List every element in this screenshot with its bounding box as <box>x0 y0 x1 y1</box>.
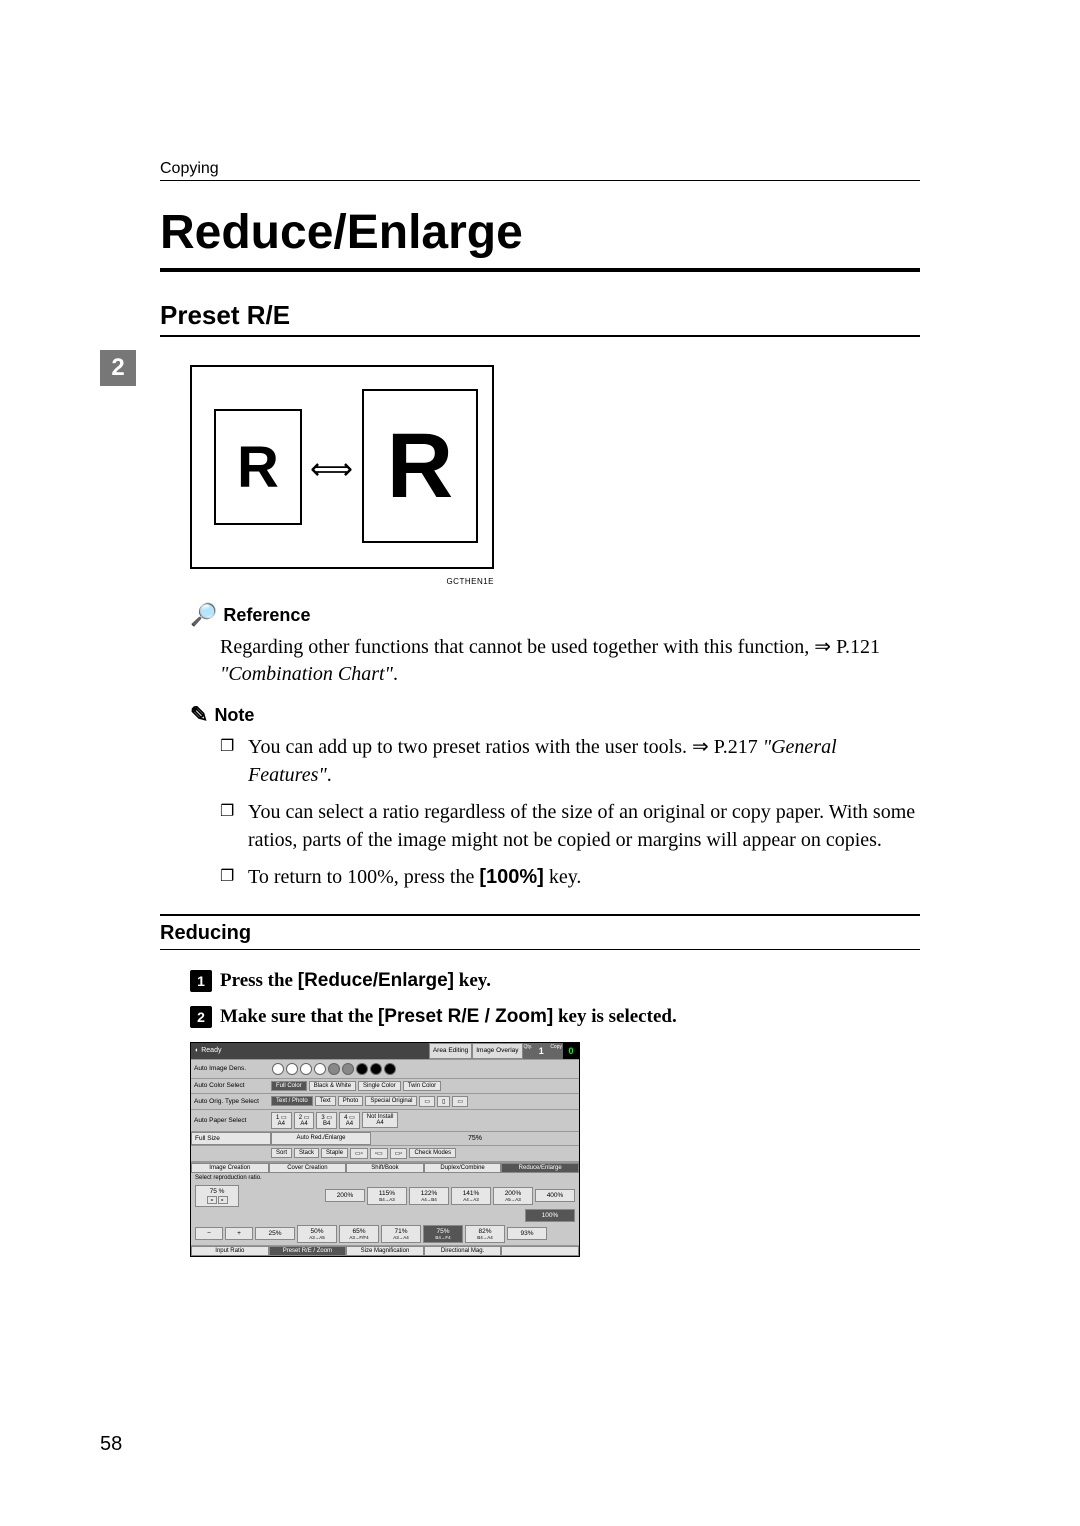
ss-size-mag: Size Magnification <box>346 1246 424 1256</box>
ss-r-200a: 200% <box>325 1189 365 1202</box>
ss-copy-label: Copy <box>549 1043 563 1059</box>
ss-text-photo: Text / Photo <box>271 1096 313 1106</box>
ss-reduce-enlarge: Reduce/Enlarge <box>501 1163 579 1173</box>
ss-select-ratio-label: Select reproduction ratio. <box>191 1173 579 1183</box>
ss-display-ratio: 75% <box>371 1132 579 1145</box>
ss-preset-re-zoom: Preset R/E / Zoom <box>269 1246 347 1256</box>
note-item-3: To return to 100%, press the [100%] key. <box>220 864 920 892</box>
reference-text: Regarding other functions that cannot be… <box>220 634 920 688</box>
running-header: Copying <box>160 160 920 181</box>
ss-image-overlay: Image Overlay <box>472 1043 522 1059</box>
ss-auto-orig-type: Auto Orig. Type Select <box>191 1094 269 1109</box>
subheading-rule <box>160 335 920 337</box>
figure-enlarged-R: R <box>362 389 478 543</box>
ss-r-82: 82%B4→A4 <box>465 1225 505 1243</box>
ss-auto-paper: Auto Paper Select <box>191 1110 269 1131</box>
step-1-number: 1 <box>190 970 212 992</box>
ss-r-50: 50%A3→A5 <box>297 1225 337 1243</box>
note-item-2: You can select a ratio regardless of the… <box>220 799 920 854</box>
ss-photo: Photo <box>338 1096 364 1106</box>
step-2: 2 Make sure that the [Preset R/E / Zoom]… <box>190 1006 920 1028</box>
ss-orient-1: ▭ <box>419 1096 435 1107</box>
note-icon: ✎ <box>190 702 208 728</box>
ss-plus: + <box>225 1227 253 1240</box>
ss-stack: Stack <box>294 1148 319 1158</box>
title-rule <box>160 268 920 272</box>
double-arrow-icon: ⟺ <box>310 452 353 487</box>
ss-r-100: 100% <box>525 1209 575 1222</box>
subheading-preset-re: Preset R/E <box>160 300 920 331</box>
section-rule-top <box>160 914 920 916</box>
ss-staple: Staple <box>321 1148 348 1158</box>
ss-tray-notinstall: Not InstallA4 <box>362 1112 399 1128</box>
ss-ratio-display: 75 % ◂ ▸ <box>195 1185 239 1207</box>
ss-qty-label: Qty. <box>523 1043 534 1059</box>
ss-r-93: 93% <box>507 1227 547 1240</box>
ss-r-71: 71%A3→A4 <box>381 1225 421 1243</box>
ss-staple-pos1: ▭▫ <box>350 1148 368 1159</box>
margin-step-indicator: 2 <box>100 350 136 386</box>
ss-auto-image-density: Auto Image Dens. <box>191 1060 269 1078</box>
ss-orient-2: ▯ <box>437 1096 450 1107</box>
note-list: You can add up to two preset ratios with… <box>220 734 920 892</box>
ss-tray4: 4 ▭A4 <box>339 1112 360 1129</box>
reduce-enlarge-figure: R ⟺ R <box>190 365 494 569</box>
ss-minus: − <box>195 1227 223 1240</box>
ss-cover-creation: Cover Creation <box>269 1163 347 1173</box>
ss-ready: ◐ Ready <box>191 1043 429 1059</box>
page-title: Reduce/Enlarge <box>160 205 920 260</box>
ss-tray1: 1 ▭A4 <box>271 1112 292 1129</box>
ss-special-mode <box>191 1146 269 1161</box>
ss-r-141: 141%A4→A3 <box>451 1187 491 1205</box>
ss-r-25: 25% <box>255 1227 295 1240</box>
figure-code: GCTHEN1E <box>190 577 494 586</box>
ss-copy-count: 0 <box>563 1043 579 1059</box>
section-rule-bottom <box>160 949 920 950</box>
control-panel-screenshot: ◐ Ready Area Editing Image Overlay Qty. … <box>190 1042 580 1257</box>
ss-staple-pos2: ▫▭ <box>370 1148 388 1159</box>
ss-area-editing: Area Editing <box>429 1043 472 1059</box>
ss-r-65: 65%A3→F/F4 <box>339 1225 379 1243</box>
ss-qty: 1 <box>533 1043 549 1059</box>
ss-tray2: 2 ▭A4 <box>294 1112 315 1129</box>
note-item-1: You can add up to two preset ratios with… <box>220 734 920 789</box>
ss-directional-mag: Directional Mag. <box>424 1246 502 1256</box>
ss-tray3: 3 ▭B4 <box>316 1112 337 1129</box>
ss-r-75: 75%B4→F4 <box>423 1225 463 1243</box>
ss-text: Text <box>315 1096 336 1106</box>
page-number: 58 <box>100 1433 122 1456</box>
ss-r-400: 400% <box>535 1189 575 1202</box>
ss-r-115: 115%B4→A3 <box>367 1187 407 1205</box>
ss-orient-3: ▭ <box>452 1096 468 1107</box>
ss-sort: Sort <box>271 1148 292 1158</box>
ss-single-color: Single Color <box>358 1081 401 1091</box>
reference-label: Reference <box>223 605 310 626</box>
ss-duplex-combine: Duplex/Combine <box>424 1163 502 1173</box>
ss-auto-color-select: Auto Color Select <box>191 1079 269 1093</box>
step-2-number: 2 <box>190 1006 212 1028</box>
reference-icon: 🔎 <box>190 602 217 628</box>
ss-r-200b: 200%A5→A3 <box>493 1187 533 1205</box>
ss-auto-re: Auto Red./Enlarge <box>271 1132 371 1145</box>
ss-disabled <box>501 1246 579 1256</box>
ss-full-color: Full Color <box>271 1081 307 1091</box>
ss-image-creation: Image Creation <box>191 1163 269 1173</box>
ss-shift-book: Shift/Book <box>346 1163 424 1173</box>
ss-black-white: Black & White <box>309 1081 356 1091</box>
note-label: Note <box>214 705 254 726</box>
ss-check-modes: Check Modes <box>409 1148 456 1158</box>
ss-staple-pos3: ▭▫ <box>390 1148 408 1159</box>
step-1: 1 Press the [Reduce/Enlarge] key. <box>190 970 920 992</box>
ss-twin-color: Twin Color <box>403 1081 441 1091</box>
ss-full-size: Full Size <box>191 1132 271 1145</box>
ss-input-ratio: Input Ratio <box>191 1246 269 1256</box>
reducing-heading: Reducing <box>160 922 920 945</box>
ss-r-122: 122%A4→B4 <box>409 1187 449 1205</box>
figure-original-R: R <box>214 409 302 525</box>
ss-special-original: Special Original <box>365 1096 417 1106</box>
